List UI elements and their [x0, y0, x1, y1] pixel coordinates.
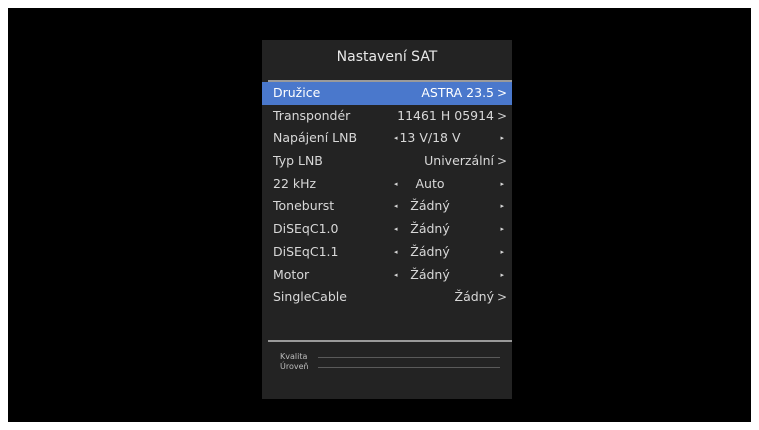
- row-value: 11461 H 05914: [397, 107, 494, 123]
- row-value: Žádný: [410, 243, 450, 259]
- row-lnb-type[interactable]: Typ LNB Univerzální >: [262, 150, 512, 173]
- arrow-right-icon[interactable]: ▸: [500, 218, 504, 241]
- row-satellite[interactable]: Družice ASTRA 23.5 >: [262, 82, 512, 105]
- tv-screen: Nastavení SAT Družice ASTRA 23.5 > Trans…: [8, 8, 751, 422]
- arrow-right-icon[interactable]: ▸: [500, 127, 504, 150]
- row-label: Toneburst: [273, 198, 335, 214]
- row-transponder[interactable]: Transpondér 11461 H 05914 >: [262, 105, 512, 128]
- row-label: Družice: [273, 85, 321, 100]
- arrow-left-icon[interactable]: ◂: [394, 241, 398, 264]
- chevron-right-icon: >: [496, 108, 507, 123]
- arrow-right-icon[interactable]: ▸: [500, 173, 504, 196]
- row-value: ASTRA 23.5: [421, 85, 494, 100]
- row-value: Auto: [415, 175, 445, 191]
- row-value: Žádný: [410, 266, 450, 282]
- settings-list: Družice ASTRA 23.5 > Transpondér 11461 H…: [262, 82, 512, 309]
- row-lnb-power[interactable]: Napájení LNB ◂ 13 V/18 V ▸: [262, 127, 512, 150]
- sat-settings-panel: Nastavení SAT Družice ASTRA 23.5 > Trans…: [262, 40, 512, 399]
- signal-meters: Kvalita Úroveň: [280, 352, 500, 372]
- chevron-right-icon: >: [496, 154, 507, 169]
- row-diseqc-1-1[interactable]: DiSEqC1.1 ◂ Žádný ▸: [262, 241, 512, 264]
- row-label: DiSEqC1.0: [273, 221, 339, 237]
- row-label: Typ LNB: [273, 153, 323, 169]
- row-value: Univerzální: [424, 153, 494, 169]
- row-value: 13 V/18 V: [399, 130, 461, 146]
- arrow-left-icon[interactable]: ◂: [394, 264, 398, 287]
- arrow-left-icon[interactable]: ◂: [394, 127, 398, 150]
- row-label: SingleCable: [273, 289, 347, 305]
- meter-quality: Kvalita: [280, 352, 500, 362]
- level-bar: [318, 367, 500, 368]
- bottom-divider: [268, 340, 512, 342]
- panel-title: Nastavení SAT: [336, 49, 438, 65]
- row-label: Transpondér: [273, 107, 351, 123]
- row-value: Žádný: [410, 221, 450, 237]
- row-diseqc-1-0[interactable]: DiSEqC1.0 ◂ Žádný ▸: [262, 218, 512, 241]
- row-label: Motor: [273, 266, 310, 282]
- row-motor[interactable]: Motor ◂ Žádný ▸: [262, 264, 512, 287]
- meter-label: Kvalita: [280, 352, 308, 361]
- chevron-right-icon: >: [496, 290, 507, 305]
- row-22khz[interactable]: 22 kHz ◂ Auto ▸: [262, 173, 512, 196]
- row-single-cable[interactable]: SingleCable Žádný >: [262, 286, 512, 309]
- arrow-left-icon[interactable]: ◂: [394, 195, 398, 218]
- meter-label: Úroveň: [280, 362, 309, 371]
- row-label: Napájení LNB: [273, 130, 358, 146]
- arrow-right-icon[interactable]: ▸: [500, 264, 504, 287]
- row-label: 22 kHz: [273, 175, 317, 191]
- row-value: Žádný: [410, 198, 450, 214]
- row-value: Žádný: [454, 289, 494, 305]
- row-label: DiSEqC1.1: [273, 243, 339, 259]
- meter-level: Úroveň: [280, 362, 500, 372]
- quality-bar: [318, 357, 500, 358]
- arrow-left-icon[interactable]: ◂: [394, 173, 398, 196]
- arrow-right-icon[interactable]: ▸: [500, 195, 504, 218]
- row-toneburst[interactable]: Toneburst ◂ Žádný ▸: [262, 195, 512, 218]
- arrow-right-icon[interactable]: ▸: [500, 241, 504, 264]
- arrow-left-icon[interactable]: ◂: [394, 218, 398, 241]
- chevron-right-icon: >: [496, 86, 507, 100]
